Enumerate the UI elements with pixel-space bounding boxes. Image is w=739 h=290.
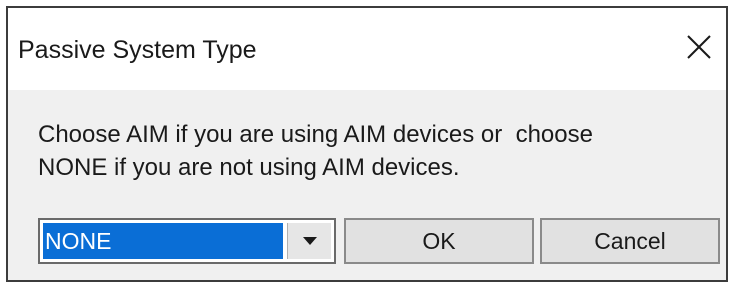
message-line-2: NONE if you are not using AIM devices. [38, 154, 460, 181]
dropdown-arrow-icon [302, 237, 317, 245]
dialog-message: Choose AIM if you are using AIM devices … [38, 118, 593, 184]
dropdown-button[interactable] [287, 223, 331, 259]
passive-system-type-dialog: Passive System Type Choose AIM if you ar… [6, 6, 728, 282]
ok-button[interactable]: OK [344, 218, 534, 264]
close-icon [687, 35, 711, 59]
message-line-1: Choose AIM if you are using AIM devices … [38, 121, 593, 148]
dialog-title: Passive System Type [18, 36, 257, 64]
cancel-button[interactable]: Cancel [540, 218, 720, 264]
system-type-select[interactable]: NONE [38, 218, 336, 264]
close-button[interactable] [674, 22, 724, 72]
selected-value: NONE [43, 223, 283, 259]
title-bar: Passive System Type [8, 8, 726, 90]
